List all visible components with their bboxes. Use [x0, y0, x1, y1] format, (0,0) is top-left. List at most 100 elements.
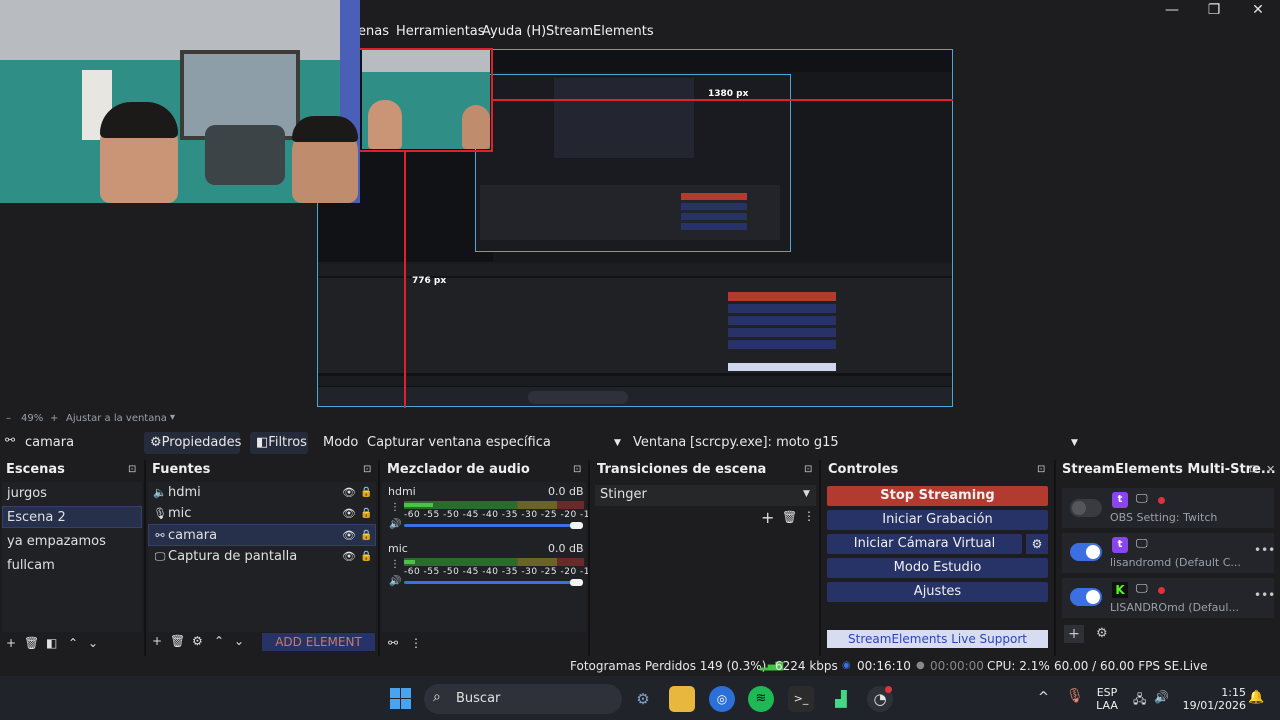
start-tile — [401, 699, 411, 709]
toggle-switch-on[interactable] — [1070, 543, 1102, 561]
menu-tools[interactable]: Herramientas — [396, 22, 485, 42]
file-explorer-icon[interactable] — [669, 686, 695, 712]
dock-float-icon[interactable]: ⊡ — [1249, 464, 1257, 475]
android-icon[interactable]: ▟ — [828, 686, 854, 712]
terminal-icon[interactable]: >_ — [788, 686, 814, 712]
mode-select[interactable]: Capturar ventana específica ▼ — [362, 432, 626, 454]
multistream-item[interactable]: t 🖵 lisandromd (Default C... ••• — [1062, 533, 1275, 573]
live-support-button[interactable]: StreamElements Live Support — [827, 630, 1048, 648]
add-scene-icon[interactable]: + — [6, 636, 16, 650]
speaker-icon[interactable]: 🔊 — [389, 576, 401, 587]
stop-streaming-button[interactable]: Stop Streaming — [827, 486, 1048, 506]
volume-icon[interactable]: 🔊 — [1154, 690, 1169, 704]
window-select[interactable]: [scrcpy.exe]: moto g15 ▼ — [685, 432, 1085, 454]
trash-icon[interactable]: 🗑 — [24, 636, 39, 650]
chevron-up-icon[interactable]: ⌃ — [214, 634, 224, 648]
record-icon: ● — [916, 660, 925, 671]
mini-contextbar — [318, 264, 952, 276]
toggle-switch-on[interactable] — [1070, 588, 1102, 606]
zoom-in-button[interactable]: + — [50, 413, 58, 424]
kebab-menu-icon[interactable]: ⋮ — [390, 502, 400, 513]
add-source-icon[interactable]: + — [152, 634, 162, 648]
source-item[interactable]: 🎙mic 👁 🔒 — [148, 503, 376, 525]
kebab-menu-icon[interactable]: ⋮ — [390, 559, 400, 570]
start-recording-button[interactable]: Iniciar Grabación — [827, 510, 1048, 530]
lock-icon[interactable]: 🔒 — [360, 482, 372, 504]
transition-select[interactable]: Stinger ▼ — [595, 485, 816, 506]
more-options-icon[interactable]: ••• — [1254, 588, 1275, 602]
network-icon[interactable]: 🖧 — [1133, 690, 1146, 711]
lock-icon[interactable]: 🔒 — [360, 525, 372, 547]
minimize-button[interactable]: — — [1150, 0, 1194, 22]
kebab-menu-icon[interactable]: ⋮ — [803, 509, 815, 523]
volume-slider-thumb[interactable] — [570, 579, 583, 586]
volume-slider-hdmi[interactable] — [404, 524, 574, 527]
taskbar-search[interactable]: ⌕ Buscar — [424, 684, 622, 714]
kebab-menu-icon[interactable]: ⋮ — [410, 636, 422, 650]
gear-icon[interactable]: ⚙ — [1096, 626, 1108, 641]
fit-to-window[interactable]: Ajustar a la ventana — [66, 413, 167, 424]
eye-icon[interactable]: 👁 — [342, 482, 356, 504]
studio-mode-button[interactable]: Modo Estudio — [827, 558, 1048, 578]
notification-bell-icon[interactable]: 🔔 — [1248, 690, 1264, 705]
menu-streamelements[interactable]: StreamElements — [546, 22, 654, 42]
scene-item-selected[interactable]: Escena 2 — [2, 506, 142, 528]
gear-icon[interactable]: ⚙ — [192, 634, 203, 648]
add-transition-icon[interactable]: + — [761, 508, 774, 527]
scene-item[interactable]: ya empazamos — [2, 531, 142, 553]
speaker-icon[interactable]: 🔊 — [389, 519, 401, 530]
filter-icon[interactable]: ◧ — [46, 636, 57, 650]
volume-slider-thumb[interactable] — [570, 522, 583, 529]
menu-help[interactable]: Ayuda (H) — [482, 22, 546, 42]
close-button[interactable]: ✕ — [1236, 0, 1280, 22]
clock[interactable]: 1:15 19/01/2026 — [1180, 686, 1246, 712]
properties-button[interactable]: ⚙Propiedades — [144, 432, 241, 454]
chevron-up-icon[interactable]: ^ — [1038, 690, 1049, 705]
multistream-item[interactable]: t 🖵 OBS Setting: Twitch — [1062, 488, 1274, 528]
dock-float-icon[interactable]: ⊡ — [1037, 464, 1045, 475]
scene-item[interactable]: jurgos — [2, 483, 142, 505]
filters-button[interactable]: ◧Filtros — [250, 432, 308, 454]
dock-float-icon[interactable]: ⊡ — [128, 464, 136, 475]
trash-icon[interactable]: 🗑 — [782, 510, 797, 524]
source-item[interactable]: 🔈hdmi 👁 🔒 — [148, 482, 376, 504]
dock-float-icon[interactable]: ⊡ — [363, 464, 371, 475]
spotify-icon[interactable]: ≋ — [748, 686, 774, 712]
maximize-button[interactable]: ❐ — [1192, 0, 1236, 22]
multistream-item[interactable]: K 🖵 LISANDROmd (Defaul... ••• — [1062, 578, 1275, 618]
webcam-source[interactable] — [0, 0, 360, 203]
trash-icon[interactable]: 🗑 — [170, 634, 185, 648]
start-virtual-camera-button[interactable]: Iniciar Cámara Virtual — [827, 534, 1022, 554]
windows-start-icon[interactable] — [390, 688, 412, 710]
more-options-icon[interactable]: ••• — [1254, 543, 1275, 557]
lock-icon[interactable]: 🔒 — [360, 503, 372, 525]
source-item-selected[interactable]: ⚯ camara 👁 🔒 — [148, 524, 376, 546]
eye-icon[interactable]: 👁 — [342, 503, 356, 525]
virtual-camera-settings-button[interactable]: ⚙ — [1026, 534, 1048, 554]
settings-button[interactable]: Ajustes — [827, 582, 1048, 602]
chevron-down-icon[interactable]: ⌄ — [88, 636, 98, 650]
add-element-button[interactable]: ADD ELEMENT — [262, 633, 375, 651]
close-icon[interactable]: ✕ — [1266, 463, 1275, 476]
language-indicator[interactable]: ESP LAA — [1094, 686, 1120, 712]
microphone-icon[interactable]: 🎙 — [1066, 688, 1084, 704]
source-item[interactable]: 🖵 Captura de pantalla 👁 🔒 — [148, 546, 376, 568]
eye-icon[interactable]: 👁 — [342, 546, 356, 568]
menu-scenes[interactable]: enas — [358, 22, 389, 42]
settings-app-icon[interactable]: ⚙ — [630, 686, 656, 712]
zoom-out-button[interactable]: – — [6, 413, 11, 424]
chrome-icon[interactable]: ◎ — [709, 686, 735, 712]
link-icon[interactable]: ⚯ — [388, 636, 398, 650]
toggle-switch-off[interactable] — [1070, 499, 1102, 517]
dock-float-icon[interactable]: ⊡ — [573, 464, 581, 475]
chevron-up-icon[interactable]: ⌃ — [68, 636, 78, 650]
scene-item[interactable]: fullcam — [2, 555, 142, 577]
volume-slider-mic[interactable] — [404, 581, 574, 584]
dock-float-icon[interactable]: ⊡ — [804, 464, 812, 475]
lock-icon[interactable]: 🔒 — [360, 546, 372, 568]
add-destination-button[interactable]: + — [1064, 625, 1084, 643]
chevron-down-icon[interactable]: ▾ — [170, 412, 175, 423]
eye-icon[interactable]: 👁 — [342, 525, 356, 547]
bounding-line-bottom — [360, 150, 493, 152]
chevron-down-icon[interactable]: ⌄ — [234, 634, 244, 648]
